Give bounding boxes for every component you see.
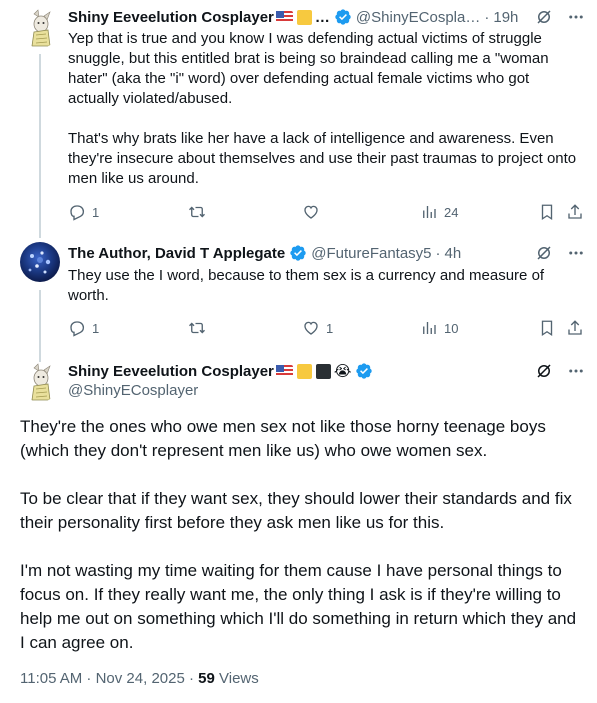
separator-dot: · — [484, 8, 490, 26]
like-button[interactable] — [302, 203, 320, 221]
grok-icon[interactable] — [535, 244, 553, 262]
views-icon — [423, 322, 436, 334]
more-icon[interactable] — [567, 362, 585, 380]
verified-icon[interactable] — [355, 362, 373, 380]
thread-line — [39, 54, 41, 238]
share-button[interactable] — [566, 203, 584, 221]
post-timestamp[interactable]: 11:05 AM · Nov 24, 2025 · — [20, 670, 198, 687]
tweet-2[interactable]: The Author, David T Applegate @FutureFan… — [0, 238, 597, 362]
yellow-square-icon — [296, 9, 312, 25]
action-bar: 1 24 — [68, 202, 585, 222]
action-bar: 1 1 10 — [68, 318, 585, 338]
tweet-text: They use the I word, because to them sex… — [68, 267, 545, 304]
retweet-icon — [189, 322, 205, 334]
more-icon[interactable] — [567, 8, 585, 26]
like-count: 1 — [326, 320, 334, 336]
retweet-button[interactable] — [188, 319, 206, 337]
tweet-1[interactable]: Shiny Eeveelution Cosplayer … @ShinyECos… — [0, 0, 597, 238]
retweet-button[interactable] — [188, 203, 206, 221]
display-name[interactable]: The Author, David T Applegate — [68, 245, 285, 262]
views-label: Views — [214, 670, 259, 687]
separator-dot: · — [435, 244, 441, 262]
reply-button[interactable]: 1 — [68, 203, 99, 221]
share-button[interactable] — [566, 319, 584, 337]
bookmark-button[interactable] — [538, 319, 556, 337]
reply-count: 1 — [92, 320, 100, 336]
tweet-text: They're the ones who owe men sex not lik… — [20, 415, 577, 655]
tweet-paragraph: I'm not wasting my time waiting for them… — [20, 561, 577, 652]
tweet-paragraph: To be clear that if they want sex, they … — [20, 489, 572, 532]
retweet-icon — [189, 206, 205, 218]
reply-icon — [70, 205, 85, 221]
us-flag-icon — [275, 365, 293, 377]
name-ellipsis: … — [314, 8, 330, 26]
bookmark-icon — [541, 204, 553, 221]
display-name[interactable]: Shiny Eeveelution Cosplayer — [68, 363, 274, 380]
reply-button[interactable]: 1 — [68, 319, 99, 337]
avatar[interactable] — [20, 242, 60, 282]
verified-icon[interactable] — [334, 8, 352, 26]
reply-icon — [70, 321, 85, 337]
tweet-paragraph: Yep that is true and you know I was defe… — [68, 30, 549, 107]
views-count: 59 — [198, 670, 215, 687]
like-icon — [304, 205, 318, 219]
share-icon — [568, 320, 582, 335]
handle[interactable]: @ShinyECospla… — [356, 9, 480, 26]
views-button[interactable]: 10 — [420, 319, 458, 337]
handle[interactable]: @ShinyECosplayer — [68, 382, 198, 399]
tweet-paragraph: They're the ones who owe men sex not lik… — [20, 417, 546, 460]
timestamp[interactable]: 19h — [493, 9, 518, 26]
tweet-text: Yep that is true and you know I was defe… — [68, 29, 577, 189]
handle[interactable]: @FutureFantasy5 — [311, 245, 431, 262]
tweet-meta: 11:05 AM · Nov 24, 2025 · 59 Views — [20, 670, 259, 687]
reply-count: 1 — [92, 204, 100, 220]
more-icon[interactable] — [567, 244, 585, 262]
grok-icon[interactable] — [535, 8, 553, 26]
views-button[interactable]: 24 — [420, 203, 458, 221]
black-square-icon — [315, 363, 331, 379]
verified-icon[interactable] — [289, 244, 307, 262]
tweet-header: Shiny Eeveelution Cosplayer 😭 — [68, 360, 585, 382]
like-button[interactable]: 1 — [302, 319, 333, 337]
us-flag-icon — [275, 11, 293, 23]
share-icon — [568, 204, 582, 219]
view-count: 24 — [444, 204, 459, 220]
crying-face-icon: 😭 — [333, 363, 352, 380]
tweet-header: Shiny Eeveelution Cosplayer … @ShinyECos… — [68, 6, 585, 28]
avatar[interactable] — [20, 362, 60, 402]
bookmark-icon — [541, 320, 553, 337]
tweet-header: The Author, David T Applegate @FutureFan… — [68, 242, 585, 264]
thread-line — [39, 290, 41, 362]
main-tweet: Shiny Eeveelution Cosplayer 😭 @ShinyECos… — [0, 356, 597, 703]
views-icon — [423, 206, 436, 218]
yellow-square-icon — [296, 363, 312, 379]
avatar[interactable] — [20, 8, 60, 48]
bookmark-button[interactable] — [538, 203, 556, 221]
timestamp[interactable]: 4h — [445, 245, 462, 262]
display-name[interactable]: Shiny Eeveelution Cosplayer — [68, 9, 274, 26]
grok-icon[interactable] — [535, 362, 553, 380]
like-icon — [304, 321, 318, 335]
tweet-paragraph: That's why brats like her have a lack of… — [68, 130, 577, 187]
view-count: 10 — [444, 320, 459, 336]
